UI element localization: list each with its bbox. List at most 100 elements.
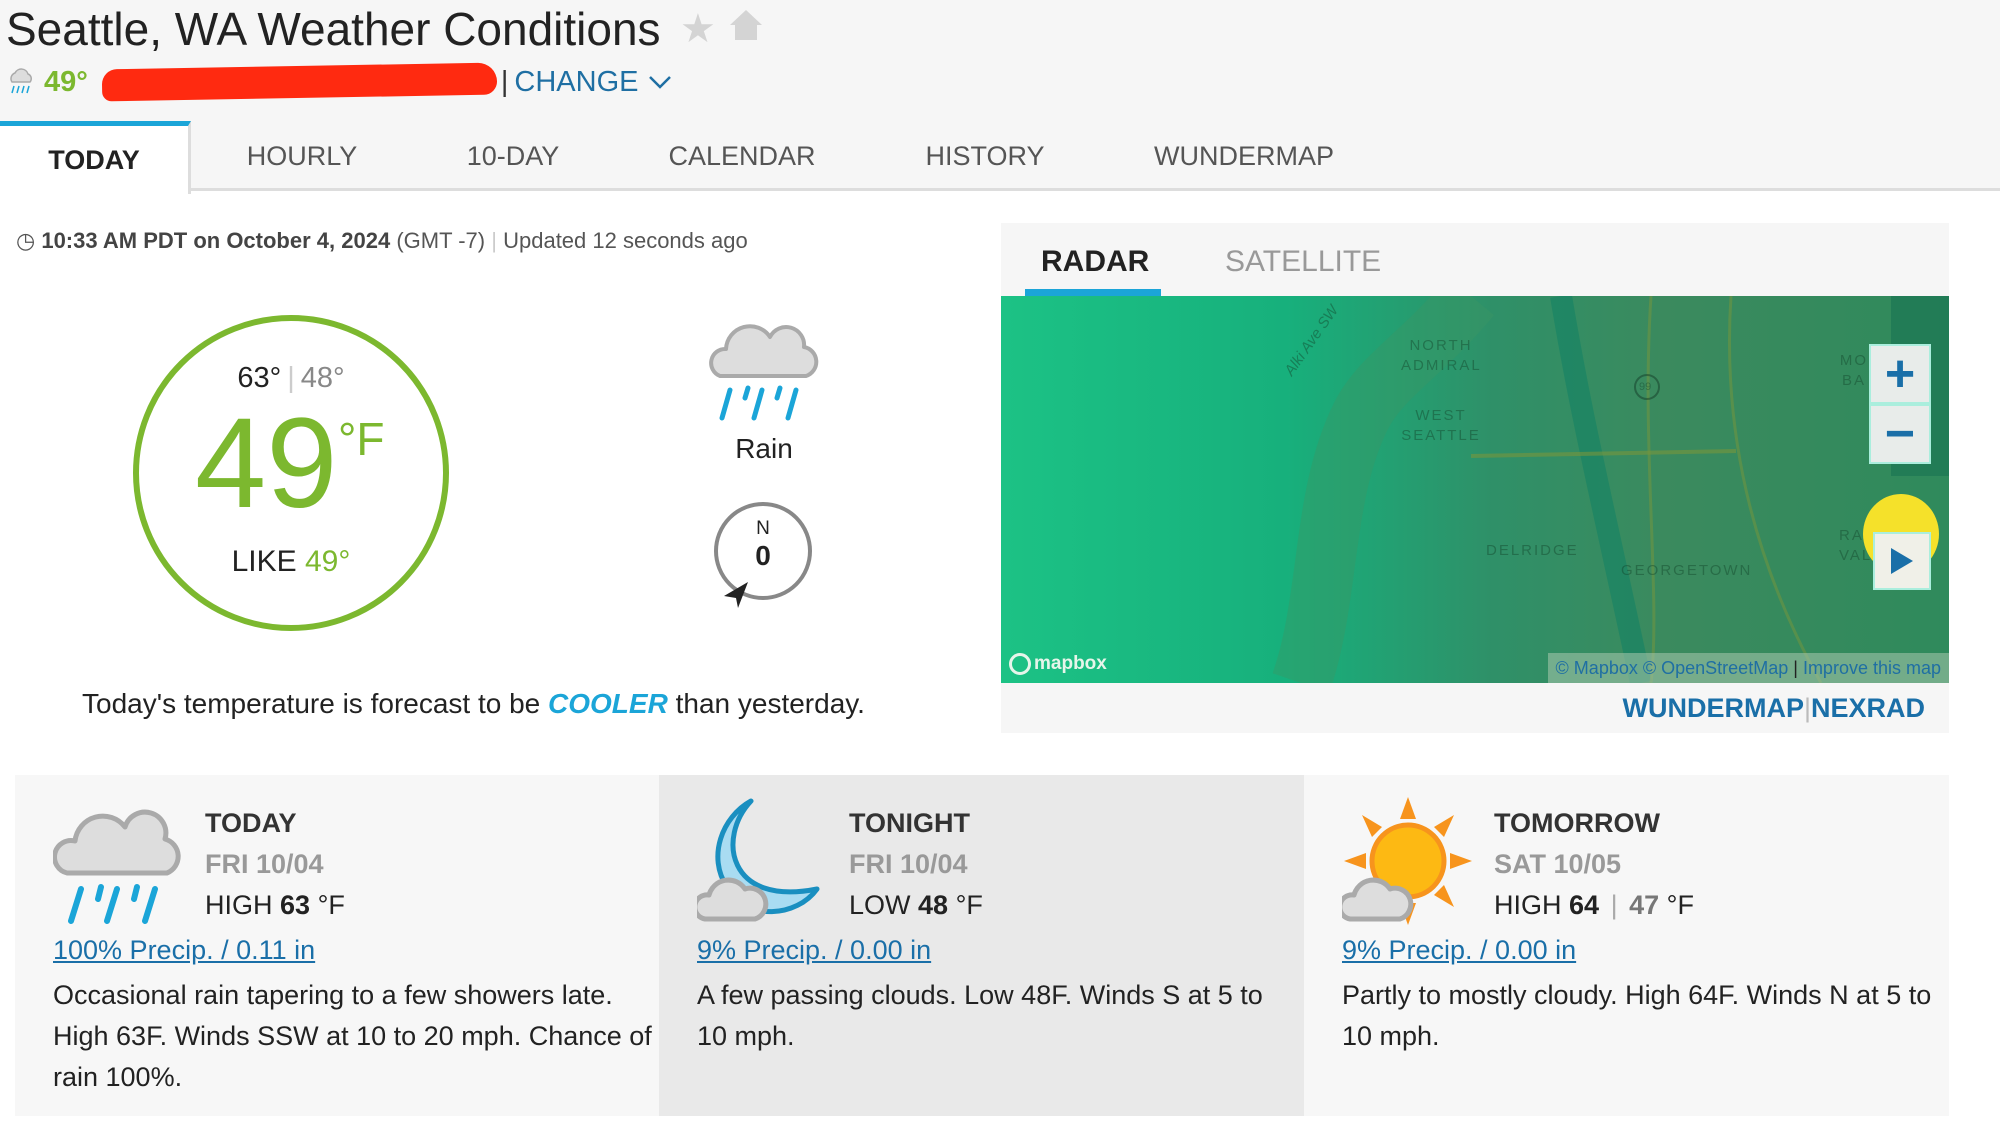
- chevron-down-icon: [648, 75, 671, 89]
- temp-unit: °F: [955, 890, 983, 920]
- improve-map-link[interactable]: Improve this map: [1803, 658, 1941, 679]
- map-label: NORTH ADMIRAL: [1401, 337, 1482, 374]
- change-label: CHANGE: [514, 65, 639, 98]
- play-button[interactable]: [1873, 532, 1931, 590]
- precip-link[interactable]: 100% Precip. / 0.11 in: [53, 935, 315, 966]
- mapbox-icon: [1009, 653, 1031, 675]
- temp-kind: HIGH: [1494, 890, 1562, 920]
- observation-time: ◷ 10:33 AM PDT on October 4, 2024 (GMT -…: [16, 228, 748, 254]
- feels-like-value: 49°: [305, 545, 351, 578]
- forecast-title: TODAY: [205, 808, 297, 838]
- zoom-in-button[interactable]: +: [1869, 344, 1931, 404]
- tab-history[interactable]: HISTORY: [905, 121, 1065, 191]
- favorite-star-icon[interactable]: ★: [680, 6, 716, 52]
- radar-map[interactable]: Alki Ave SW NORTH ADMIRAL WEST SEATTLE D…: [1001, 296, 1949, 683]
- map-label: MO BA: [1839, 352, 1869, 389]
- forecast-description: Partly to mostly cloudy. High 64F. Winds…: [1342, 980, 1932, 1051]
- condition-label: Rain: [735, 433, 793, 464]
- change-location-button[interactable]: CHANGE: [514, 66, 672, 99]
- forecast-description: A few passing clouds. Low 48F. Winds S a…: [697, 980, 1263, 1051]
- location-bar: 49° | CHANGE: [6, 62, 673, 102]
- temp-unit: °F: [1666, 890, 1694, 920]
- tab-today[interactable]: TODAY: [0, 121, 191, 194]
- forecast-title: TOMORROW: [1494, 808, 1660, 838]
- temp-unit: °F: [317, 890, 345, 920]
- forecast-date: FRI 10/04: [849, 849, 968, 879]
- temp-kind: LOW: [849, 890, 911, 920]
- temp-unit: °F: [338, 413, 385, 465]
- mapbox-link[interactable]: © Mapbox: [1556, 658, 1638, 679]
- timezone: (GMT -7): [396, 228, 486, 253]
- separator: |: [1610, 890, 1618, 920]
- feels-like: LIKE 49°: [133, 545, 449, 579]
- forecast-date: SAT 10/05: [1494, 849, 1622, 879]
- rain-icon: [709, 324, 819, 421]
- tab-hourly[interactable]: HOURLY: [222, 121, 382, 191]
- forecast-card-tonight: TONIGHT FRI 10/04 LOW 48 °F 9% Precip. /…: [659, 775, 1304, 1116]
- obs-time: 10:33 AM PDT on October 4, 2024: [41, 228, 391, 253]
- page-title: Seattle, WA Weather Conditions: [6, 3, 661, 55]
- forecast-card-today: TODAY FRI 10/04 HIGH 63 °F 100% Precip. …: [15, 775, 659, 1116]
- tab-satellite[interactable]: SATELLITE: [1225, 245, 1381, 279]
- map-label: DELRIDGE: [1486, 542, 1579, 559]
- separator: |: [1793, 657, 1798, 678]
- zoom-out-button[interactable]: −: [1869, 404, 1931, 464]
- separator: |: [500, 65, 509, 98]
- forecast-summary: TODAY FRI 10/04 HIGH 63 °F: [205, 803, 345, 926]
- precip-link[interactable]: 9% Precip. / 0.00 in: [1342, 935, 1576, 966]
- wind-direction: N: [756, 518, 770, 539]
- rain-icon: [10, 68, 32, 94]
- high-temp: 63°: [237, 362, 282, 394]
- map-label: GEORGETOWN: [1621, 562, 1753, 579]
- wundermap-link[interactable]: WUNDERMAP: [1622, 693, 1804, 723]
- forecast-summary: TONIGHT FRI 10/04 LOW 48 °F: [849, 803, 983, 926]
- tab-bar: TODAY HOURLY 10-DAY CALENDAR HISTORY WUN…: [0, 121, 2000, 194]
- low-temp: 48°: [300, 362, 345, 394]
- moon-cloud-icon: [697, 798, 820, 922]
- forecast-date: FRI 10/04: [205, 849, 324, 879]
- tab-radar[interactable]: RADAR: [1041, 245, 1149, 279]
- current-temp: 49: [195, 392, 338, 535]
- mapbox-label: mapbox: [1034, 653, 1107, 674]
- precip-link[interactable]: 9% Precip. / 0.00 in: [697, 935, 931, 966]
- active-tab-indicator: [1025, 289, 1161, 296]
- temperature-comparison: Today's temperature is forecast to be CO…: [82, 688, 865, 720]
- highway-shield: 99: [1639, 381, 1652, 393]
- nexrad-link[interactable]: NEXRAD: [1811, 693, 1925, 723]
- rain-icon: [53, 809, 181, 924]
- radar-panel: RADAR SATELLITE Alki Ave SW NORTH ADMIRA…: [1001, 223, 1949, 733]
- feels-like-label: LIKE: [231, 545, 297, 578]
- high-low: 63° | 48°: [133, 362, 449, 395]
- mapbox-logo[interactable]: mapbox: [1009, 653, 1107, 675]
- temp-value: 48: [918, 890, 949, 920]
- sun-cloud-icon: [1342, 797, 1472, 925]
- map-attribution: © Mapbox © OpenStreetMap | Improve this …: [1547, 653, 1949, 683]
- tab-calendar[interactable]: CALENDAR: [652, 121, 832, 191]
- separator: |: [491, 228, 497, 253]
- radar-links: WUNDERMAP|NEXRAD: [1622, 693, 1925, 724]
- play-icon: [1891, 548, 1913, 574]
- temp-kind: HIGH: [205, 890, 273, 920]
- comparison-prefix: Today's temperature is forecast to be: [82, 688, 541, 719]
- tab-wundermap[interactable]: WUNDERMAP: [1144, 121, 1344, 191]
- home-icon[interactable]: [728, 8, 764, 42]
- temp-value: 63: [280, 890, 311, 920]
- separator: |: [287, 362, 295, 394]
- separator: |: [1803, 693, 1811, 723]
- forecast-description: Occasional rain tapering to a few shower…: [53, 980, 652, 1092]
- forecast-summary: TOMORROW SAT 10/05 HIGH 64 | 47 °F: [1494, 803, 1694, 926]
- forecast-title: TONIGHT: [849, 808, 970, 838]
- tab-10-day[interactable]: 10-DAY: [443, 121, 583, 191]
- redacted-location: [101, 62, 498, 102]
- osm-link[interactable]: © OpenStreetMap: [1643, 658, 1788, 679]
- wind-arrow-icon: [724, 582, 748, 608]
- clock-icon: ◷: [16, 228, 36, 253]
- comparison-suffix: than yesterday.: [675, 688, 865, 719]
- wind-speed: 0: [755, 540, 771, 571]
- map-label: WEST SEATTLE: [1401, 407, 1481, 444]
- comparison-word: COOLER: [548, 688, 668, 719]
- updated-text: Updated 12 seconds ago: [503, 228, 748, 253]
- forecast-card-tomorrow: TOMORROW SAT 10/05 HIGH 64 | 47 °F 9% Pr…: [1304, 775, 1949, 1116]
- temp-value: 64: [1569, 890, 1600, 920]
- current-temp-small: 49°: [44, 65, 88, 98]
